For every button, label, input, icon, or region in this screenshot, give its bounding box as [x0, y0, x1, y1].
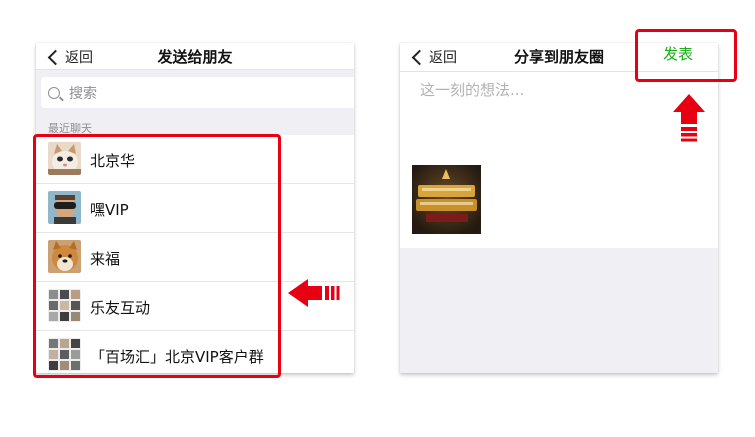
- shared-image-thumbnail[interactable]: [412, 165, 481, 234]
- contact-row[interactable]: 「百场汇」北京VIP客户群: [36, 331, 354, 379]
- contact-name: 乐友互动: [90, 299, 151, 317]
- contact-name: 「百场汇」北京VIP客户群: [90, 348, 264, 366]
- kitten-avatar: [48, 142, 81, 175]
- contact-name: 嘿VIP: [90, 201, 129, 219]
- search-input[interactable]: 搜索: [41, 77, 354, 108]
- recent-chats-label: 最近聊天: [48, 122, 92, 135]
- shiba-dog-avatar: [48, 240, 81, 273]
- contact-row[interactable]: 来福: [36, 233, 354, 282]
- search-icon: [48, 86, 60, 99]
- right-nav-bar: 返回 分享到朋友圈 发表: [400, 43, 718, 72]
- man-with-glasses-avatar: [48, 191, 81, 224]
- group-avatar: [48, 338, 81, 371]
- send-to-friend-panel: 返回 发送给朋友 搜索 最近聊天 北京华 嘿VIP 来福 乐友互动 「百场汇」北…: [36, 43, 354, 373]
- contact-list: 北京华 嘿VIP 来福 乐友互动 「百场汇」北京VIP客户群: [36, 135, 354, 379]
- search-placeholder: 搜索: [69, 85, 97, 102]
- left-nav-bar: 返回 发送给朋友: [36, 43, 354, 70]
- share-to-moments-panel: 返回 分享到朋友圈 发表 这一刻的想法...: [400, 43, 718, 373]
- group-avatar: [48, 289, 81, 322]
- contact-row[interactable]: 北京华: [36, 135, 354, 184]
- options-area: [400, 248, 718, 373]
- search-area: 搜索: [36, 70, 354, 118]
- contact-row[interactable]: 嘿VIP: [36, 184, 354, 233]
- up-arrow-icon: [671, 94, 707, 150]
- left-page-title: 发送给朋友: [157, 48, 233, 66]
- recent-chats-header: 最近聊天: [36, 118, 354, 135]
- publish-label: 发表: [662, 45, 693, 63]
- left-arrow-icon: [288, 277, 344, 309]
- compose-input[interactable]: 这一刻的想法...: [420, 79, 524, 100]
- contact-name: 北京华: [90, 152, 136, 170]
- contact-name: 来福: [90, 250, 121, 268]
- publish-button[interactable]: 发表: [638, 43, 718, 69]
